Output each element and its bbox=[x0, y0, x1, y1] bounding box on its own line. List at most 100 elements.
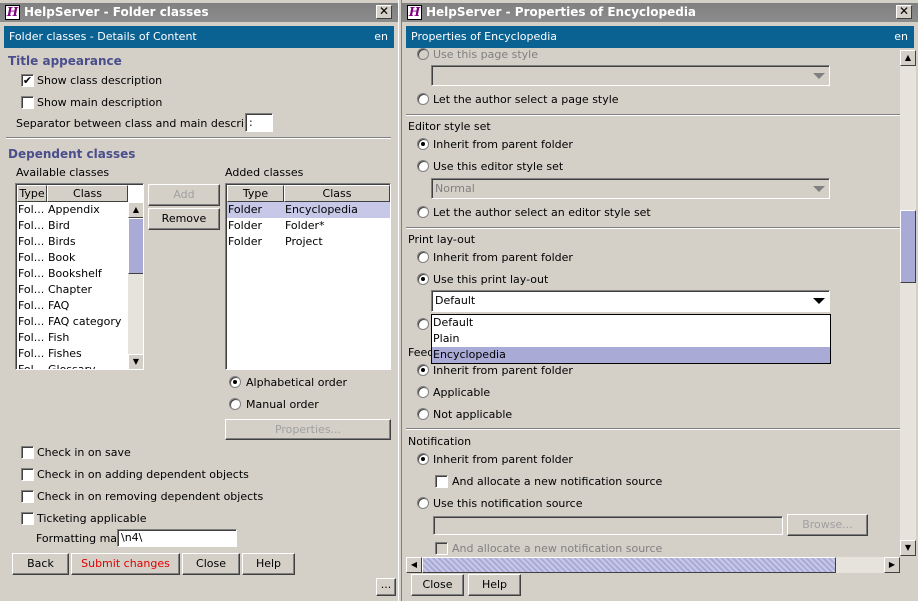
table-row[interactable]: Folder Folder* bbox=[227, 218, 390, 234]
column-header-type[interactable]: Type bbox=[227, 185, 284, 202]
check-in-on-save-checkbox[interactable] bbox=[21, 446, 34, 459]
editor-inherit-radio[interactable] bbox=[417, 138, 429, 150]
feedback-applicable-radio[interactable] bbox=[417, 386, 429, 398]
language-indicator: en bbox=[894, 30, 908, 43]
allocate-notification-checkbox[interactable] bbox=[435, 475, 448, 488]
dropdown-option[interactable]: Plain bbox=[432, 331, 830, 347]
editor-style-value: Normal bbox=[435, 182, 475, 195]
help-button[interactable]: Help bbox=[468, 574, 521, 596]
help-button[interactable]: Help bbox=[242, 553, 295, 575]
chevron-down-icon bbox=[813, 298, 825, 304]
editor-style-heading: Editor style set bbox=[408, 120, 491, 133]
show-class-description-checkbox[interactable]: ✔ bbox=[21, 74, 34, 87]
table-row[interactable]: Fol... FAQ category bbox=[17, 314, 128, 330]
scroll-up-icon[interactable]: ▲ bbox=[900, 50, 916, 66]
column-header-class[interactable]: Class bbox=[284, 185, 390, 202]
divider bbox=[406, 227, 900, 229]
table-row[interactable]: Fol... FAQ bbox=[17, 298, 128, 314]
table-row[interactable]: Fol... Fish bbox=[17, 330, 128, 346]
print-layout-value: Default bbox=[435, 294, 476, 307]
scroll-thumb[interactable] bbox=[900, 210, 916, 283]
panel-header: Folder classes - Details of Content en bbox=[4, 26, 394, 48]
title-bar: H HelpServer - Folder classes ✕ bbox=[0, 3, 398, 22]
separator-input[interactable]: : bbox=[245, 113, 273, 132]
scroll-thumb[interactable] bbox=[128, 218, 143, 274]
cell-type: Folder bbox=[228, 235, 262, 248]
scroll-down-icon[interactable]: ▼ bbox=[900, 540, 916, 556]
browse-button[interactable]: Browse... bbox=[787, 514, 868, 536]
author-page-style-radio[interactable] bbox=[417, 93, 429, 105]
table-row[interactable]: Fol... Chapter bbox=[17, 282, 128, 298]
chevron-down-icon bbox=[813, 185, 825, 192]
editor-use-radio[interactable] bbox=[417, 160, 429, 172]
properties-vertical-scrollbar[interactable]: ▲ ▼ bbox=[900, 50, 916, 556]
dropdown-option[interactable]: Default bbox=[432, 315, 830, 331]
print-layout-select[interactable]: Default bbox=[431, 290, 830, 312]
page-style-select[interactable] bbox=[431, 65, 830, 86]
notification-inherit-label: Inherit from parent folder bbox=[433, 453, 573, 466]
check-in-removing-checkbox[interactable] bbox=[21, 490, 34, 503]
feedback-not-applicable-radio[interactable] bbox=[417, 408, 429, 420]
feedback-inherit-radio[interactable] bbox=[417, 364, 429, 376]
table-row[interactable]: Fol... Bird bbox=[17, 218, 128, 234]
show-main-description-checkbox[interactable] bbox=[21, 96, 34, 109]
close-icon[interactable]: ✕ bbox=[896, 5, 912, 19]
notification-inherit-radio[interactable] bbox=[417, 453, 429, 465]
table-row[interactable]: Folder Project bbox=[227, 234, 390, 250]
formatting-mask-input[interactable]: \n4\ bbox=[117, 529, 237, 547]
divider bbox=[6, 137, 391, 139]
cell-class: Fishes bbox=[48, 347, 82, 360]
scroll-down-icon[interactable]: ▼ bbox=[128, 354, 143, 369]
table-row[interactable]: Fol... Birds bbox=[17, 234, 128, 250]
table-row[interactable]: Fol... Fishes bbox=[17, 346, 128, 362]
notification-source-input[interactable] bbox=[433, 516, 783, 535]
editor-use-label: Use this editor style set bbox=[433, 160, 564, 173]
back-button[interactable]: Back bbox=[12, 553, 69, 575]
close-button[interactable]: Close bbox=[411, 574, 464, 596]
scroll-left-icon[interactable]: ◀ bbox=[406, 557, 422, 573]
helpserver-app-icon: H bbox=[5, 5, 20, 20]
table-row[interactable]: Fol... Bookshelf bbox=[17, 266, 128, 282]
cell-class: Project bbox=[285, 235, 323, 248]
panel-title: Properties of Encyclopedia bbox=[411, 30, 558, 43]
alphabetical-order-radio[interactable] bbox=[229, 376, 241, 388]
editor-author-radio[interactable] bbox=[417, 206, 429, 218]
properties-button[interactable]: Properties... bbox=[225, 419, 391, 440]
table-row[interactable]: Fol... Appendix bbox=[17, 202, 128, 218]
scroll-thumb-horizontal[interactable] bbox=[422, 557, 836, 573]
scroll-right-icon[interactable]: ▶ bbox=[884, 557, 900, 573]
available-classes-table: Type Class Fol... Appendix Fol... Bird Fol..… bbox=[15, 183, 144, 370]
more-button[interactable]: ... bbox=[376, 578, 396, 596]
scroll-up-icon[interactable]: ▲ bbox=[128, 202, 143, 218]
available-scrollbar[interactable]: ▲ ▼ bbox=[128, 202, 143, 369]
hidden-radio[interactable] bbox=[417, 318, 429, 330]
table-row[interactable]: Fol... Glossary bbox=[17, 362, 128, 369]
allocate-notification-checkbox-2[interactable] bbox=[435, 542, 448, 555]
window-title: HelpServer - Properties of Encyclopedia bbox=[426, 5, 697, 19]
cell-class: Fish bbox=[48, 331, 70, 344]
dropdown-option[interactable]: Encyclopedia bbox=[432, 347, 830, 363]
added-classes-table: Type Class Folder Encyclopedia Folder Folde… bbox=[225, 183, 391, 370]
close-button[interactable]: Close bbox=[182, 553, 240, 575]
editor-style-select[interactable]: Normal bbox=[431, 178, 830, 199]
submit-changes-button[interactable]: Submit changes bbox=[71, 553, 180, 575]
print-use-radio[interactable] bbox=[417, 273, 429, 285]
cell-type: Fol... bbox=[18, 347, 45, 360]
use-page-style-radio[interactable] bbox=[417, 48, 429, 60]
window-title: HelpServer - Folder classes bbox=[24, 5, 209, 19]
check-in-adding-checkbox[interactable] bbox=[21, 468, 34, 481]
manual-order-radio[interactable] bbox=[229, 398, 241, 410]
table-row[interactable]: Folder Encyclopedia bbox=[227, 202, 390, 218]
close-icon[interactable]: ✕ bbox=[376, 5, 392, 19]
print-inherit-radio[interactable] bbox=[417, 251, 429, 263]
table-row[interactable]: Fol... Book bbox=[17, 250, 128, 266]
cell-class: Book bbox=[48, 251, 76, 264]
alphabetical-order-label: Alphabetical order bbox=[246, 376, 348, 389]
notification-use-radio[interactable] bbox=[417, 497, 429, 509]
ticketing-checkbox[interactable] bbox=[21, 512, 34, 525]
remove-button[interactable]: Remove bbox=[148, 208, 220, 230]
add-button[interactable]: Add bbox=[148, 184, 220, 206]
column-header-type[interactable]: Type bbox=[17, 185, 47, 202]
column-header-class[interactable]: Class bbox=[47, 185, 128, 202]
properties-horizontal-scrollbar[interactable]: ◀ ▶ bbox=[406, 557, 900, 573]
